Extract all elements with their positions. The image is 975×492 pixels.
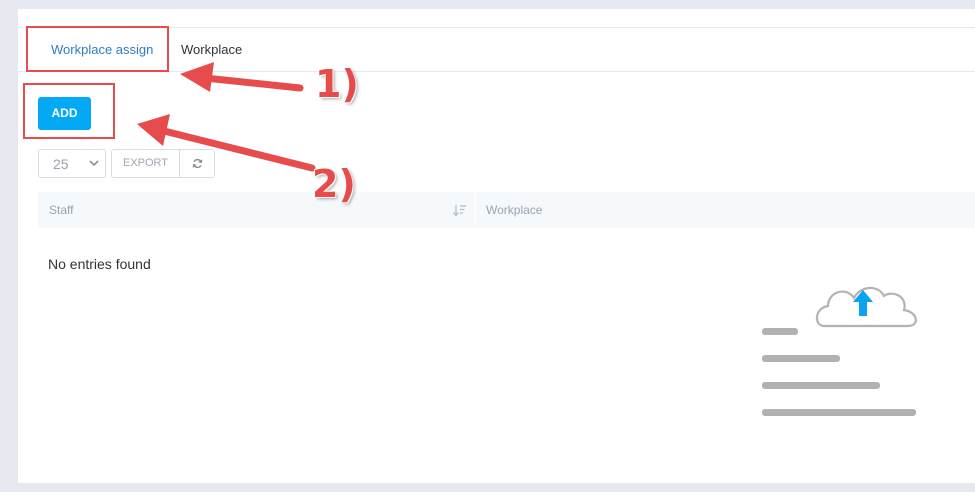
annotation-arrow-2 [137,114,316,172]
annotation-arrows [137,62,316,172]
annotation-arrow-1 [180,62,304,92]
annotation-label-2: 2) [312,162,356,206]
annotation-label-1: 1) [315,62,359,106]
